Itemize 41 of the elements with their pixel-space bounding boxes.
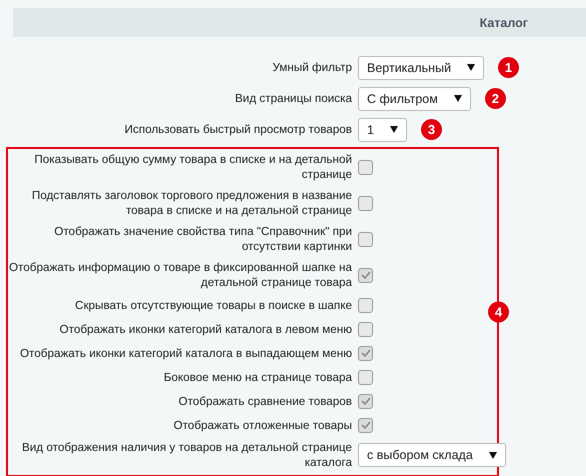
setting-label: Умный фильтр	[271, 60, 352, 75]
checkbox[interactable]	[358, 196, 373, 210]
dropdown[interactable]: с выбором склада	[358, 443, 506, 467]
dropdown[interactable]: С фильтром	[358, 86, 471, 110]
caret-icon	[467, 64, 476, 71]
caret-icon	[454, 95, 462, 102]
setting-label: Отображать отложенные товары	[172, 418, 352, 434]
number-badge: 2	[484, 88, 506, 109]
setting-label: Показывать общую сумму товара в списке и на детальной странице	[33, 152, 352, 183]
dropdown[interactable]: 1	[358, 118, 407, 142]
setting-label: Боковое меню на странице товара	[162, 370, 352, 386]
section-title: Каталог	[480, 16, 528, 30]
setting-label: Отображать значение свойства типа "Справочник" при отсутствии картинки	[53, 224, 352, 255]
setting-label: Вид отображения наличия у товаров на детальной странице каталога	[20, 440, 352, 471]
setting-label: Отображать иконки категорий каталога в выпадающем меню	[18, 346, 352, 362]
checkbox[interactable]	[358, 394, 373, 408]
checkbox[interactable]	[358, 322, 373, 336]
checkbox[interactable]	[358, 298, 373, 312]
setting-label: Использовать быстрый просмотр товаров	[124, 122, 352, 137]
setting-label: Вид страницы поиска	[234, 91, 352, 106]
check-icon	[360, 271, 370, 279]
checkbox[interactable]	[358, 418, 373, 432]
checkbox[interactable]	[358, 160, 373, 174]
setting-label: Отображать иконки категорий каталога в левом меню	[58, 322, 352, 338]
setting-label: Отображать информацию о товаре в фиксированной шапке на детальной странице товара	[8, 260, 352, 291]
setting-label: Отображать сравнение товаров	[177, 394, 352, 410]
caret-icon	[488, 452, 497, 458]
checkbox[interactable]	[358, 370, 373, 384]
number-badge: 1	[498, 57, 520, 78]
checkbox[interactable]	[358, 268, 373, 282]
check-icon	[360, 349, 370, 357]
setting-label: Подставлять заголовок торгового предложения в название товара в списке и на детальной странице	[30, 188, 352, 219]
checkbox[interactable]	[358, 232, 373, 246]
check-icon	[360, 421, 370, 429]
number-badge: 3	[420, 119, 442, 140]
number-badge: 4	[488, 302, 509, 322]
checkbox[interactable]	[358, 346, 373, 360]
check-icon	[360, 397, 370, 405]
caret-icon	[390, 126, 398, 133]
dropdown[interactable]: Вертикальный	[358, 56, 484, 80]
setting-label: Скрывать отсутствующие товары в поиске в шапке	[74, 298, 352, 314]
